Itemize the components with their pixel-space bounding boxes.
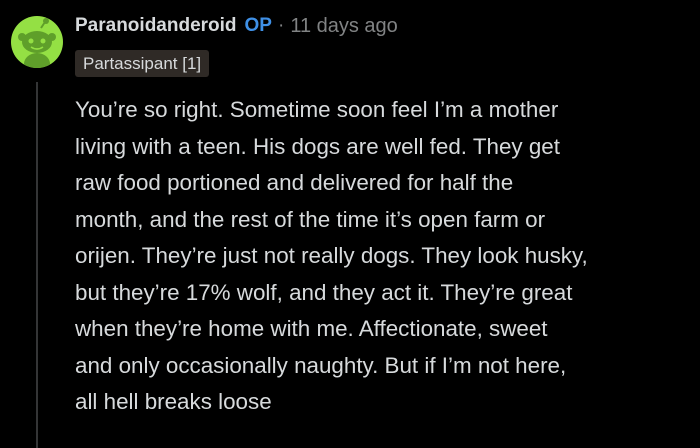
username[interactable]: Paranoidanderoid: [75, 15, 237, 37]
thread-line[interactable]: [36, 82, 38, 448]
comment-line: month, and the rest of the time it’s ope…: [75, 206, 546, 232]
user-flair: Partassipant [1]: [75, 50, 210, 77]
comment-body: You’re so right. Sometime soon feel I’m …: [75, 92, 690, 421]
comment-header: Paranoidanderoid OP · 11 days ago: [75, 12, 398, 40]
comment-line: when they’re home with me. Affectionate,…: [75, 316, 548, 341]
comment: Paranoidanderoid OP · 11 days ago Partas…: [0, 0, 700, 448]
comment-line: raw food portioned and delivered for hal…: [75, 170, 514, 195]
comment-line: all hell breaks loose: [75, 389, 272, 414]
snoo-avatar-icon: [18, 18, 56, 68]
op-badge: OP: [244, 15, 272, 36]
comment-line: and only occasionally naughty. But if I’…: [75, 352, 567, 378]
comment-line: orijen. They’re just not really dogs. Th…: [75, 243, 588, 268]
separator-dot: ·: [277, 15, 285, 36]
user-avatar[interactable]: [11, 16, 63, 68]
comment-line: You’re so right. Sometime soon feel I’m …: [75, 97, 559, 122]
comment-line: living with a teen. His dogs are well fe…: [75, 133, 560, 159]
comment-line: but they’re 17% wolf, and they act it. T…: [75, 279, 573, 305]
timestamp[interactable]: 11 days ago: [290, 15, 398, 38]
